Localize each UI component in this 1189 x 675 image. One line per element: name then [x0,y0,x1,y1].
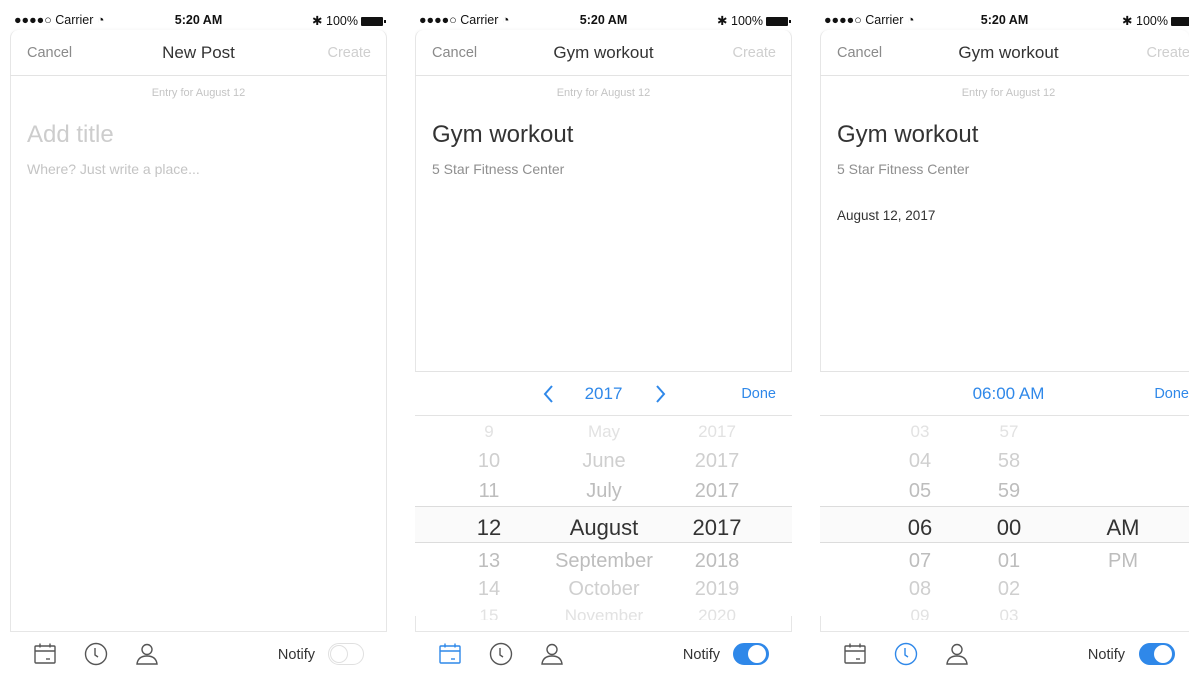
nav-title: Gym workout [958,43,1059,62]
title-input[interactable]: Gym workout [837,121,978,149]
wheel-minute-item[interactable]: 57 [949,422,1069,442]
date-wheel-picker[interactable]: 9 10 11 12 13 14 15 May June July August September O… [415,416,792,620]
toggle-knob [1154,644,1172,663]
wheel-day-item[interactable]: 10 [429,450,549,473]
status-bar: ●●●●○ Carrier ◔ 5:20 AM ✱ 100% [10,8,387,30]
place-input[interactable]: 5 Star Fitness Center [837,161,969,177]
wheel-month-item[interactable]: May [544,422,664,442]
bottom-toolbar: Notify [415,631,792,675]
calendar-icon[interactable] [842,641,868,667]
wheel-day-item[interactable]: 12 [429,515,549,541]
wheel-day-item[interactable]: 15 [429,606,549,620]
battery-icon [1171,17,1189,26]
battery-label: 100% [326,14,358,28]
wheel-day-item[interactable]: 9 [429,422,549,442]
battery-icon [766,17,791,26]
wheel-minute-item[interactable]: 00 [949,515,1069,541]
entry-date-label: Entry for August 12 [556,87,651,99]
wheel-month-item[interactable]: October [544,578,664,601]
picker-year: 2017 [584,384,623,403]
wheel-period-item[interactable]: PM [1063,550,1183,573]
screen-new-post: ●●●●○ Carrier ◔ 5:20 AM ✱ 100% Cancel Ne… [10,8,387,675]
wheel-day-item[interactable]: 13 [429,550,549,573]
person-icon[interactable] [944,641,970,667]
wheel-month-item[interactable]: September [544,550,664,573]
battery-label: 100% [1136,14,1168,28]
person-icon[interactable] [539,641,565,667]
clock-icon[interactable] [488,641,514,667]
picker-header: 06:00 AM Done [820,371,1189,416]
clock-icon[interactable] [893,641,919,667]
done-button[interactable]: Done [1154,386,1189,402]
status-bar: ●●●●○ Carrier ◔ 5:20 AM ✱ 100% [820,8,1189,30]
battery-label: 100% [731,14,763,28]
time-wheel-picker[interactable]: 03 04 05 06 07 08 09 57 58 59 00 01 02 03 AM PM [820,416,1189,620]
done-button[interactable]: Done [741,386,776,402]
battery-icon [361,17,386,26]
chevron-right-icon[interactable] [648,382,672,406]
notify-label: Notify [682,647,720,663]
toggle-knob [748,644,766,663]
wheel-year-item[interactable]: 2018 [657,550,777,573]
notify-label: Notify [277,647,315,663]
wheel-minute-item[interactable]: 58 [949,450,1069,473]
wheel-year-item[interactable]: 2020 [657,606,777,620]
wheel-month-item[interactable]: June [544,450,664,473]
wheel-year-item[interactable]: 2019 [657,578,777,601]
person-icon[interactable] [134,641,160,667]
wheel-year-item[interactable]: 2017 [657,422,777,442]
create-button[interactable]: Create [732,45,776,61]
bottom-toolbar: Notify [10,631,387,675]
wheel-minute-item[interactable]: 59 [949,480,1069,503]
selected-date[interactable]: August 12, 2017 [837,208,935,223]
wheel-month-item[interactable]: July [544,480,664,503]
notify-toggle[interactable] [1139,643,1175,665]
wheel-month-item[interactable]: November [544,606,664,620]
toggle-knob [329,644,348,663]
bluetooth-icon: ✱ [717,14,728,28]
notify-label: Notify [1087,647,1125,663]
nav-bar: Cancel Gym workout Create [415,30,792,76]
calendar-icon[interactable] [437,641,463,667]
notify-toggle[interactable] [328,643,364,665]
create-button[interactable]: Create [327,45,371,61]
picker-time: 06:00 AM [972,384,1045,403]
wheel-day-item[interactable]: 14 [429,578,549,601]
clock-icon[interactable] [83,641,109,667]
bluetooth-icon: ✱ [1122,14,1133,28]
title-input[interactable]: Gym workout [432,121,573,149]
notify-toggle[interactable] [733,643,769,665]
calendar-icon[interactable] [32,641,58,667]
picker-header: 2017 Done [415,371,792,416]
create-button[interactable]: Create [1146,45,1189,61]
status-bar: ●●●●○ Carrier ◔ 5:20 AM ✱ 100% [415,8,792,30]
place-input[interactable]: 5 Star Fitness Center [432,161,564,177]
wheel-year-item[interactable]: 2017 [657,515,777,541]
wheel-minute-item[interactable]: 02 [949,578,1069,601]
entry-date-label: Entry for August 12 [961,87,1056,99]
entry-date-label: Entry for August 12 [151,87,246,99]
bottom-toolbar: Notify [820,631,1189,675]
bluetooth-icon: ✱ [312,14,323,28]
wheel-minute-item[interactable]: 03 [949,606,1069,620]
nav-bar: Cancel Gym workout Create [820,30,1189,76]
screen-time-picker: ●●●●○ Carrier ◔ 5:20 AM ✱ 100% Cancel Gy… [820,8,1189,675]
wheel-year-item[interactable]: 2017 [657,480,777,503]
wheel-month-item[interactable]: August [544,515,664,541]
nav-bar: Cancel New Post Create [10,30,387,76]
title-input[interactable]: Add title [27,121,114,149]
wheel-day-item[interactable]: 11 [429,480,549,503]
wheel-minute-item[interactable]: 01 [949,550,1069,573]
wheel-year-item[interactable]: 2017 [657,450,777,473]
screen-date-picker: ●●●●○ Carrier ◔ 5:20 AM ✱ 100% Cancel Gy… [415,8,792,675]
place-input[interactable]: Where? Just write a place... [27,161,200,177]
wheel-period-item[interactable]: AM [1063,515,1183,541]
